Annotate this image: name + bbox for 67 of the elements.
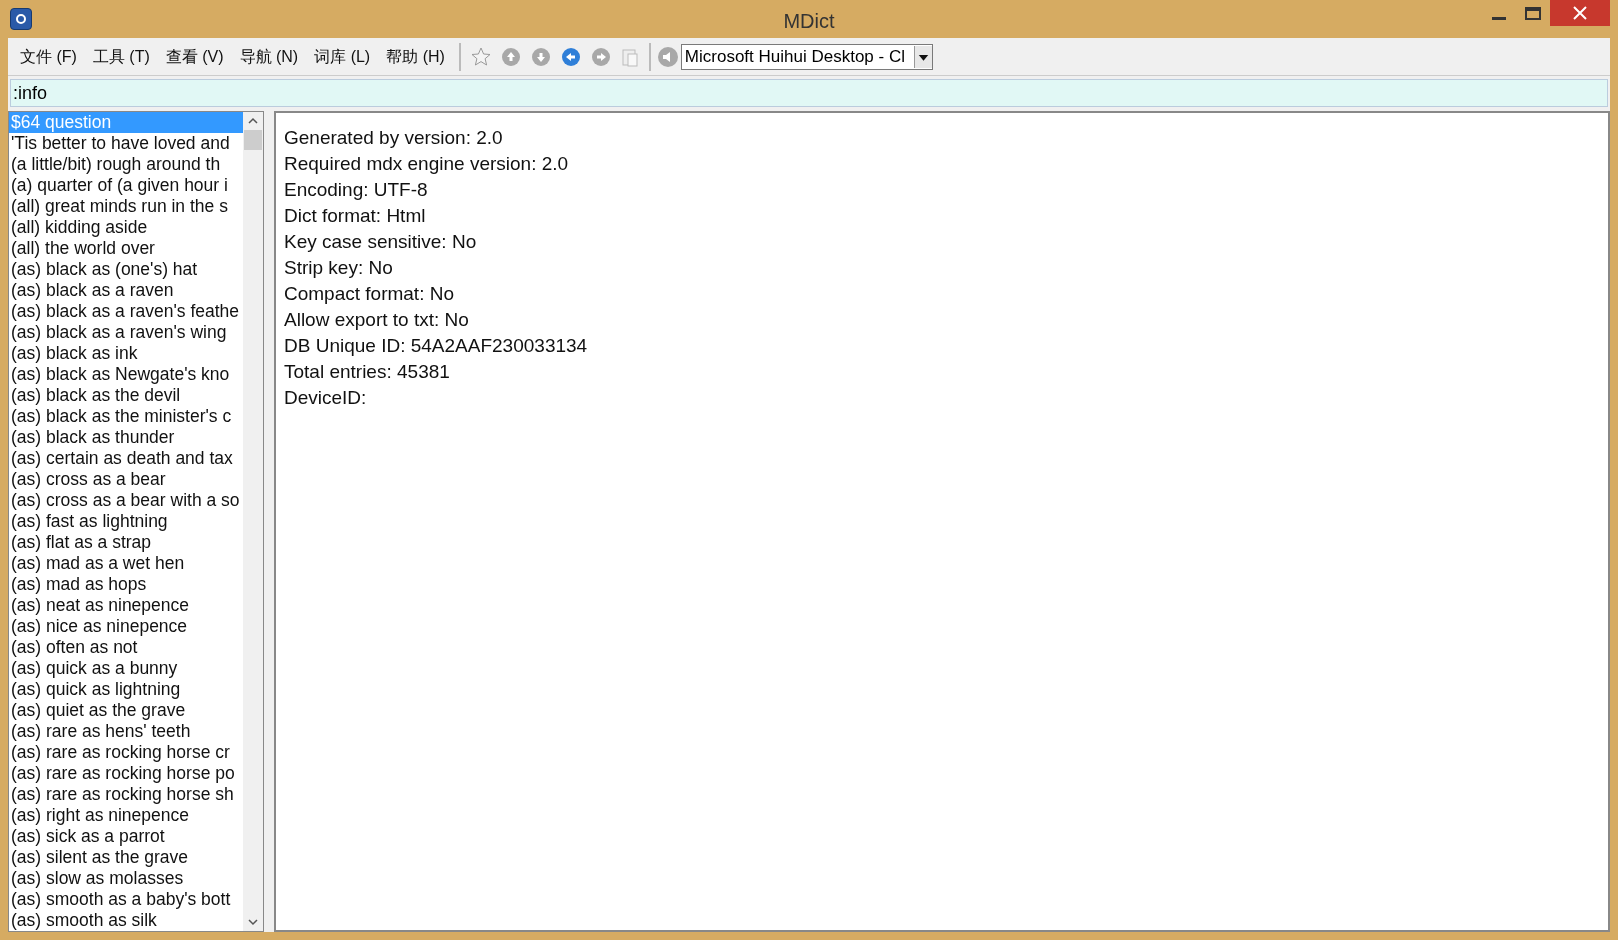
- close-icon: [1573, 6, 1587, 20]
- list-item[interactable]: (as) neat as ninepence: [9, 595, 243, 616]
- list-item[interactable]: (a little/bit) rough around th: [9, 154, 243, 175]
- list-item[interactable]: (as) black as a raven: [9, 280, 243, 301]
- clipboard-icon[interactable]: [620, 46, 639, 67]
- list-item[interactable]: (all) great minds run in the s: [9, 196, 243, 217]
- info-line: Dict format: Html: [284, 204, 426, 228]
- menu-item[interactable]: 查看 (V): [157, 44, 232, 69]
- list-item[interactable]: (as) often as not: [9, 637, 243, 658]
- list-item[interactable]: (as) black as Newgate's kno: [9, 364, 243, 385]
- menu-item[interactable]: 帮助 (H): [378, 44, 453, 69]
- list-item[interactable]: (as) black as a raven's wing: [9, 322, 243, 343]
- info-line: DeviceID:: [284, 386, 367, 410]
- list-item[interactable]: (as) black as (one's) hat: [9, 259, 243, 280]
- info-line: Allow export to txt: No: [284, 308, 469, 332]
- list-item[interactable]: (a) quarter of (a given hour i: [9, 175, 243, 196]
- list-item[interactable]: (as) fast as lightning: [9, 511, 243, 532]
- list-item[interactable]: (as) quiet as the grave: [9, 700, 243, 721]
- list-item[interactable]: (as) right as ninepence: [9, 805, 243, 826]
- info-line: Total entries: 45381: [284, 360, 450, 384]
- info-line: Strip key: No: [284, 256, 393, 280]
- menu-item[interactable]: 词库 (L): [306, 44, 379, 69]
- close-button[interactable]: [1550, 0, 1610, 26]
- menu-item[interactable]: 文件 (F): [12, 44, 85, 69]
- list-item[interactable]: (as) sick as a parrot: [9, 826, 243, 847]
- list-item[interactable]: (as) silent as the grave: [9, 847, 243, 868]
- menu-item[interactable]: 导航 (N): [231, 44, 307, 69]
- dropdown-caret-icon: [913, 45, 932, 68]
- voice-dropdown[interactable]: Microsoft Huihui Desktop - Cl: [680, 43, 933, 70]
- list-item[interactable]: (as) black as ink: [9, 343, 243, 364]
- list-item[interactable]: (as) cross as a bear with a so: [9, 490, 243, 511]
- scrollbar-thumb[interactable]: [244, 130, 262, 150]
- list-item[interactable]: (as) black as thunder: [9, 427, 243, 448]
- menu-item[interactable]: 工具 (T): [84, 44, 158, 69]
- list-item[interactable]: (as) rare as rocking horse po: [9, 763, 243, 784]
- list-item[interactable]: (as) mad as a wet hen: [9, 553, 243, 574]
- list-item[interactable]: (as) black as a raven's feathe: [9, 301, 243, 322]
- list-item[interactable]: (as) black as the devil: [9, 385, 243, 406]
- info-line: Encoding: UTF-8: [284, 178, 428, 202]
- list-item[interactable]: (as) rare as hens' teeth: [9, 721, 243, 742]
- list-item[interactable]: (as) black as the minister's c: [9, 406, 243, 427]
- list-item[interactable]: (as) flat as a strap: [9, 532, 243, 553]
- info-line: Required mdx engine version: 2.0: [284, 152, 569, 176]
- info-line: Generated by version: 2.0: [284, 126, 503, 150]
- list-item[interactable]: (as) nice as ninepence: [9, 616, 243, 637]
- star-icon[interactable]: [470, 46, 491, 67]
- list-item[interactable]: (as) quick as lightning: [9, 679, 243, 700]
- app-icon: [10, 8, 32, 30]
- info-line: Compact format: No: [284, 282, 454, 306]
- speaker-icon[interactable]: [656, 45, 679, 68]
- list-item[interactable]: (as) slow as molasses: [9, 868, 243, 889]
- window-title: MDict: [783, 9, 835, 34]
- list-item[interactable]: (as) rare as rocking horse sh: [9, 784, 243, 805]
- list-item[interactable]: (as) certain as death and tax: [9, 448, 243, 469]
- scrollbar[interactable]: [243, 112, 263, 931]
- list-item[interactable]: (as) smooth as silk: [9, 910, 243, 931]
- info-line: Key case sensitive: No: [284, 230, 477, 254]
- list-item[interactable]: (as) mad as hops: [9, 574, 243, 595]
- list-item[interactable]: (all) the world over: [9, 238, 243, 259]
- list-item[interactable]: (all) kidding aside: [9, 217, 243, 238]
- list-item[interactable]: 'Tis better to have loved and: [9, 133, 243, 154]
- info-line: DB Unique ID: 54A2AAF230033134: [284, 334, 588, 358]
- list-item[interactable]: (as) cross as a bear: [9, 469, 243, 490]
- list-item[interactable]: (as) rare as rocking horse cr: [9, 742, 243, 763]
- search-field[interactable]: :info: [10, 79, 1608, 107]
- list-item[interactable]: (as) quick as a bunny: [9, 658, 243, 679]
- list-item[interactable]: (as) smooth as a baby's bott: [9, 889, 243, 910]
